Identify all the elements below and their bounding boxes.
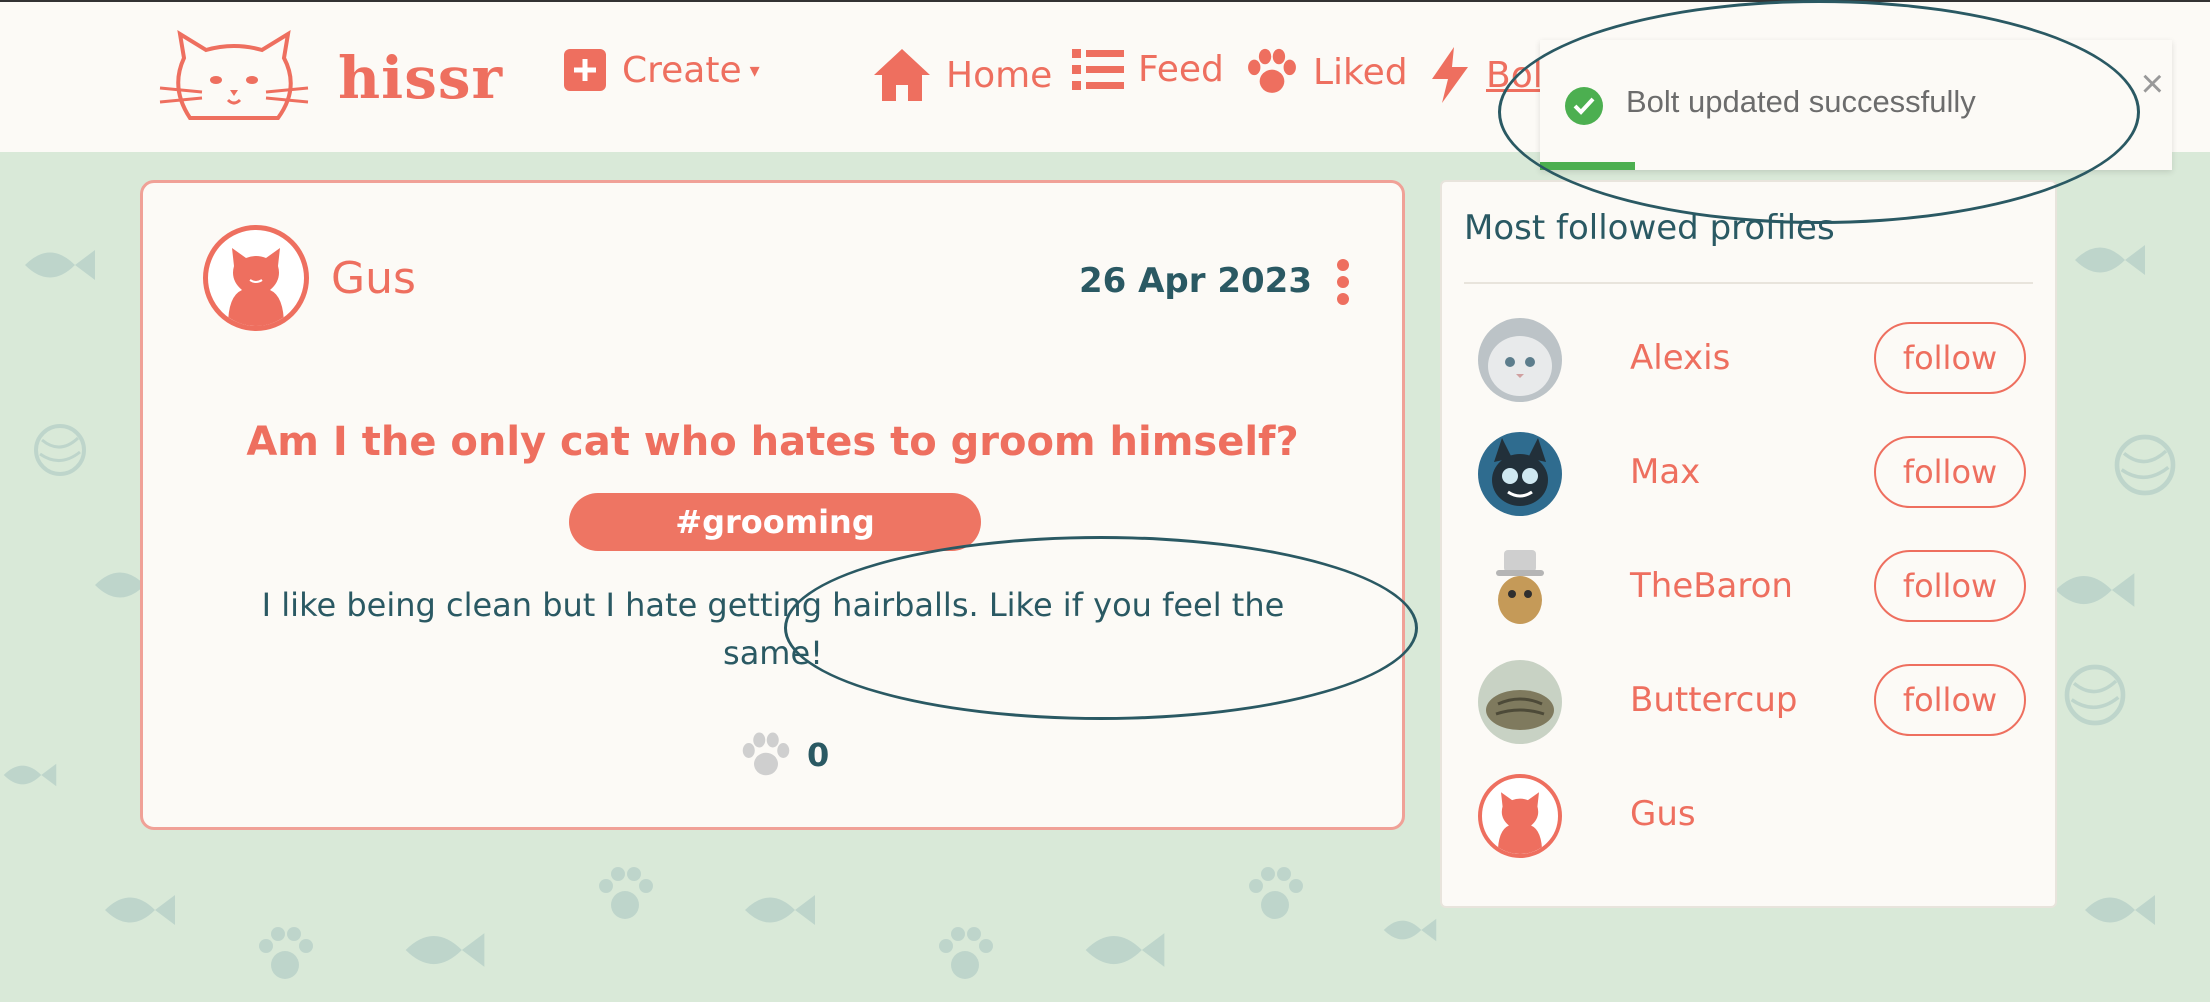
cat-face-logo-icon [159, 29, 309, 120]
like-count: 0 [807, 736, 830, 774]
post-title: Am I the only cat who hates to groom him… [246, 419, 1299, 465]
check-circle-icon [1565, 87, 1603, 125]
profile-avatar[interactable] [1478, 432, 1562, 516]
baron-cat-figurine-photo-icon [1478, 546, 1562, 630]
follow-button[interactable]: follow [1874, 664, 2026, 736]
paw-icon [1248, 48, 1296, 93]
profile-name[interactable]: Alexis [1630, 338, 1730, 378]
create-label: Create [622, 49, 742, 91]
brand-name: hissr [338, 44, 504, 112]
nav-feed[interactable]: Feed [1072, 47, 1224, 91]
post-card: Gus 26 Apr 2023 Am I the only cat who ha… [140, 180, 1405, 830]
paw-icon [939, 927, 993, 979]
fish-icon [105, 895, 175, 925]
profile-row: Buttercup follow [1478, 660, 2038, 748]
profile-row: Max follow [1478, 432, 2038, 520]
fish-icon [1085, 933, 1165, 967]
profile-avatar[interactable] [1478, 660, 1562, 744]
nav-liked[interactable]: Liked [1245, 47, 1408, 97]
cat-avatar-icon [228, 248, 284, 326]
post-body: I like being clean but I hate getting ha… [261, 586, 1285, 672]
post-options-icon[interactable] [1336, 259, 1350, 305]
fish-icon [1383, 918, 1437, 942]
paw-like-icon[interactable] [739, 731, 793, 779]
chevron-down-icon: ▾ [749, 58, 760, 82]
fish-icon [405, 933, 485, 967]
fish-icon [3, 763, 57, 787]
fish-icon [2075, 245, 2145, 275]
follow-button[interactable]: follow [1874, 550, 2026, 622]
yarn-ball-icon [2114, 434, 2176, 496]
profile-name[interactable]: TheBaron [1630, 566, 1793, 606]
toast-progress-bar [1540, 162, 1635, 170]
profile-avatar[interactable] [1478, 546, 1562, 630]
fish-icon [25, 250, 95, 280]
yarn-ball-icon [34, 424, 86, 476]
post-author-name[interactable]: Gus [331, 253, 416, 304]
paw-icon [1249, 867, 1303, 919]
nav-home[interactable]: Home [872, 47, 1052, 103]
yarn-ball-icon [2064, 664, 2126, 726]
list-icon [1072, 49, 1124, 90]
close-icon[interactable]: × [2141, 62, 2164, 107]
cartoon-cat-photo-icon [1478, 432, 1562, 516]
follow-button[interactable]: follow [1874, 322, 2026, 394]
liked-label: Liked [1313, 51, 1408, 93]
most-followed-sidebar: Most followed profiles Alexis follow Max… [1440, 180, 2057, 908]
toast-message: Bolt updated successfully [1626, 84, 1976, 119]
success-toast: Bolt updated successfully × [1540, 40, 2172, 170]
profile-name[interactable]: Gus [1630, 794, 1696, 834]
author-avatar[interactable] [203, 225, 309, 331]
plus-square-icon [564, 49, 606, 91]
tabby-cat-photo-icon [1478, 660, 1562, 744]
profile-avatar[interactable] [1478, 774, 1562, 858]
fish-icon [745, 895, 815, 925]
post-date: 26 Apr 2023 [1078, 261, 1312, 301]
fish-icon [2055, 573, 2135, 607]
cat-avatar-icon [1497, 792, 1543, 854]
hashtag-badge[interactable]: #grooming [569, 493, 981, 551]
profile-row: Gus [1478, 774, 2038, 862]
profile-row: TheBaron follow [1478, 546, 2038, 634]
home-label: Home [946, 54, 1053, 96]
paw-icon [599, 867, 653, 919]
profile-name[interactable]: Max [1630, 452, 1700, 492]
profile-row: Alexis follow [1478, 318, 2038, 406]
follow-button[interactable]: follow [1874, 436, 2026, 508]
home-icon [874, 49, 930, 101]
paw-icon [259, 927, 313, 979]
bolt-icon [1432, 47, 1468, 103]
nav-bolt[interactable]: Bolt [1428, 47, 1557, 103]
sidebar-title: Most followed profiles [1464, 208, 1835, 248]
create-dropdown[interactable]: Create ▾ [562, 47, 760, 93]
profile-name[interactable]: Buttercup [1630, 680, 1798, 720]
fish-icon [2085, 895, 2155, 925]
like-counter[interactable]: 0 [739, 731, 829, 779]
brand-logo[interactable]: hissr [150, 28, 503, 128]
persian-cat-photo-icon [1478, 318, 1562, 402]
profile-avatar[interactable] [1478, 318, 1562, 402]
feed-label: Feed [1138, 48, 1224, 90]
divider [1464, 282, 2033, 284]
